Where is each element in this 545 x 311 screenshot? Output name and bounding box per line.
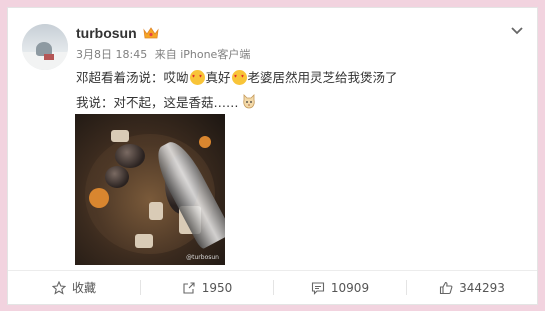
like-count: 344293	[459, 280, 505, 295]
post-text-part: 我说：对不起，这是香菇……	[76, 95, 239, 110]
post-photo[interactable]: @turbosun	[75, 114, 225, 265]
like-icon	[440, 281, 453, 294]
star-icon	[51, 280, 66, 295]
comment-icon	[311, 281, 324, 295]
post-text-part: 邓超看着汤说：哎呦	[76, 70, 189, 85]
photo-watermark: @turbosun	[186, 254, 219, 261]
post-text-part: 真好	[205, 70, 231, 85]
heart-eyes-emoji	[231, 70, 247, 85]
avatar[interactable]	[22, 24, 68, 70]
like-button[interactable]: 344293	[407, 271, 537, 304]
comment-count: 10909	[330, 280, 370, 295]
post-text-line-2: 我说：对不起，这是香菇……	[76, 92, 256, 111]
username-link[interactable]: turbosun	[76, 25, 137, 41]
action-bar: 收藏 1950 10909 344293	[8, 270, 537, 304]
weibo-post-card: turbosun 3月8日 18:45 来自 iPhone客户端 邓超看着汤说：…	[7, 7, 538, 305]
repost-count: 1950	[201, 280, 233, 295]
post-text-part: 老婆居然用灵芝给我煲汤了	[247, 70, 398, 85]
repost-icon	[183, 281, 195, 294]
favorite-label: 收藏	[71, 281, 96, 295]
comment-button[interactable]: 10909	[274, 271, 406, 304]
post-meta: 3月8日 18:45 来自 iPhone客户端	[76, 46, 254, 62]
favorite-button[interactable]: 收藏	[8, 271, 140, 304]
chevron-down-icon[interactable]	[511, 26, 523, 36]
repost-button[interactable]: 1950	[141, 271, 273, 304]
cat-emoji	[242, 94, 255, 109]
heart-eyes-emoji	[189, 70, 205, 85]
post-date[interactable]: 3月8日 18:45	[76, 48, 147, 61]
crown-icon[interactable]	[143, 26, 159, 40]
post-text-line-1: 邓超看着汤说：哎呦 真好 老婆居然用灵芝给我煲汤了	[76, 67, 398, 86]
post-source: 来自 iPhone客户端	[154, 48, 251, 61]
